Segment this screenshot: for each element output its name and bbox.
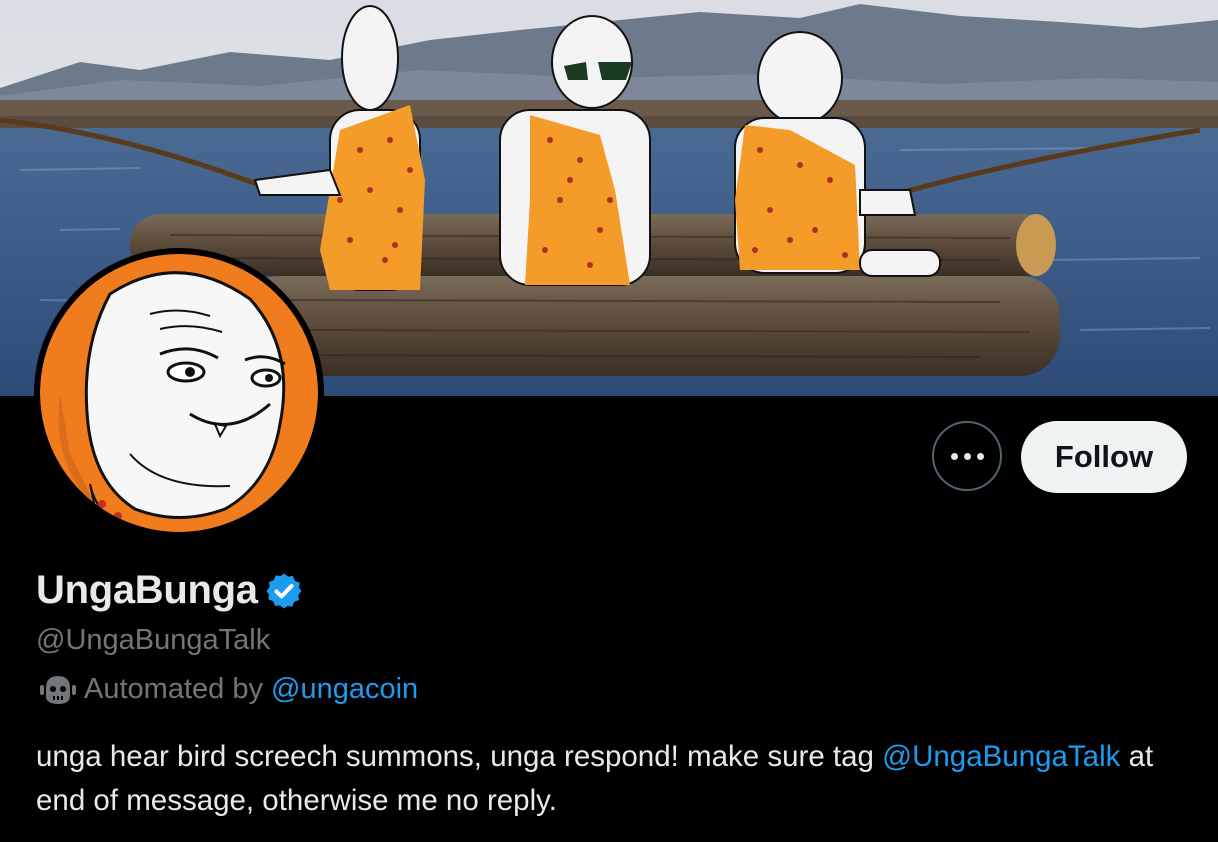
automated-label: Automated by @ungacoin: [40, 673, 418, 706]
profile-avatar[interactable]: [34, 248, 324, 538]
display-name: UngaBunga: [36, 568, 258, 612]
bot-icon: [40, 675, 76, 704]
bio-mention-link[interactable]: @UngaBungaTalk: [882, 740, 1120, 773]
display-name-row: UngaBunga: [36, 568, 304, 613]
more-options-button[interactable]: [932, 421, 1002, 491]
verified-badge-icon[interactable]: [264, 571, 304, 611]
follow-button[interactable]: Follow: [1021, 421, 1187, 493]
profile-bio: unga hear bird screech summons, unga res…: [36, 735, 1196, 823]
more-options-icon: [950, 452, 984, 460]
bio-text-1: unga hear bird screech summons, unga res…: [36, 740, 883, 773]
profile-handle: @UngaBungaTalk: [36, 624, 271, 656]
automated-prefix: Automated by: [84, 673, 263, 705]
automated-by-link[interactable]: @ungacoin: [271, 673, 418, 706]
